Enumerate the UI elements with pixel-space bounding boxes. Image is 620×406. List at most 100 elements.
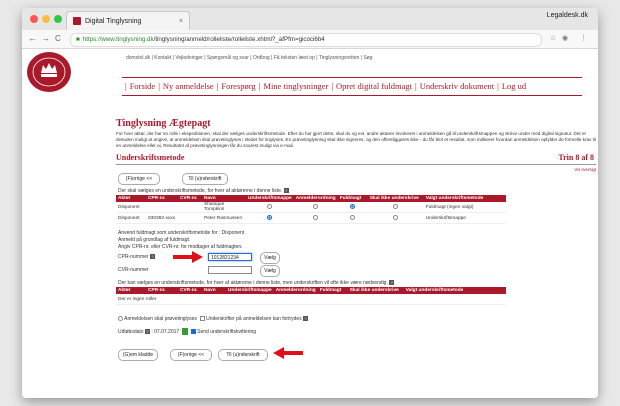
nav-log-ud[interactable]: Log ud bbox=[502, 81, 526, 91]
main-nav: | Forside | Ny anmeldelse | Forespørg | Mine ti… bbox=[122, 77, 582, 96]
help-icon[interactable]: ? bbox=[149, 254, 155, 259]
fortrydes-label: Underskrifter på anmeldelsen kan fortryd… bbox=[206, 316, 302, 322]
top-link[interactable]: Spørgsmål og svar bbox=[207, 55, 249, 61]
domstol-logo bbox=[27, 52, 71, 92]
radio-anmelderordning[interactable] bbox=[313, 204, 319, 210]
url-input[interactable]: ■ https://www.tinglysning.dk/tinglysning/… bbox=[70, 33, 542, 47]
browser-window: Digital Tinglysning × Legaldesk.dk ← → C… bbox=[22, 8, 598, 398]
col-header: Anmelderordning bbox=[293, 195, 338, 202]
top-link[interactable]: Få teksten læst op bbox=[274, 55, 315, 61]
cell-cpr: 030382-xxxx bbox=[146, 212, 178, 224]
red-arrow-icon bbox=[173, 251, 203, 263]
radio-skal-ikke-underskrive[interactable] bbox=[393, 204, 399, 210]
choose-cvr-button[interactable]: Vælg bbox=[260, 265, 280, 277]
radio-anmelderordning[interactable] bbox=[313, 215, 319, 221]
radio-skal-ikke-underskrive[interactable] bbox=[393, 215, 399, 221]
send-kvittering-label: Send underskriftskvittering bbox=[197, 328, 257, 335]
col-header: Navn bbox=[202, 287, 226, 294]
section-title: Underskriftsmetode bbox=[116, 153, 185, 162]
help-icon[interactable]: ? bbox=[144, 328, 150, 334]
vis-oversigt-link[interactable]: Vis oversigt bbox=[574, 167, 596, 172]
col-header: Underskriftsmappe bbox=[246, 195, 294, 202]
cell-cvr bbox=[178, 202, 202, 213]
bookmark-star-icon[interactable]: ☆ bbox=[550, 34, 556, 42]
empty-roles-message: Der er ingen roller bbox=[116, 294, 506, 305]
proeve-radio[interactable] bbox=[118, 316, 123, 322]
udloeb-label: Udløbsdato bbox=[118, 328, 144, 335]
cell-valgt-metode[interactable]: Fuldmagt (ingen valgt) bbox=[423, 202, 506, 213]
address-bar-row: ← → C ■ https://www.tinglysning.dk/tingly… bbox=[22, 30, 598, 49]
cell-valgt-metode[interactable]: Underskriftsmappe bbox=[423, 212, 506, 224]
top-link[interactable]: domstol.dk bbox=[126, 55, 150, 61]
nav-ny-anmeldelse[interactable]: Ny anmeldelse bbox=[163, 81, 214, 91]
close-window-icon[interactable] bbox=[30, 15, 38, 23]
back-icon[interactable]: ← bbox=[28, 33, 37, 44]
save-draft-button[interactable]: (G)em kladde bbox=[118, 349, 158, 361]
table-row: Disponent Shanique Tompkins Fuldmagt (in… bbox=[116, 202, 506, 213]
browser-tab[interactable]: Digital Tinglysning × bbox=[66, 11, 190, 31]
radio-underskriftsmappe[interactable] bbox=[267, 204, 273, 210]
col-header: CPR-nr. bbox=[146, 195, 178, 202]
browser-titlebar: Digital Tinglysning × Legaldesk.dk bbox=[22, 8, 598, 31]
help-icon[interactable]: ? bbox=[283, 188, 289, 193]
col-header: Fuldmagt bbox=[317, 287, 348, 294]
prev-button-bottom[interactable]: (F)orrige << bbox=[170, 349, 212, 361]
cell-cvr bbox=[178, 212, 202, 224]
favicon-icon bbox=[73, 17, 81, 25]
help-icon[interactable]: ? bbox=[303, 316, 309, 321]
maximize-window-icon[interactable] bbox=[54, 15, 62, 23]
forward-icon[interactable]: → bbox=[41, 33, 50, 44]
cpr-input[interactable]: 1012821234 bbox=[208, 253, 252, 261]
top-link[interactable]: Ordbog bbox=[253, 55, 270, 61]
to-signature-button[interactable]: Til (u)nderskrift bbox=[182, 173, 228, 185]
minimize-window-icon[interactable] bbox=[42, 15, 50, 23]
radio-underskriftsmappe[interactable] bbox=[267, 215, 273, 221]
cvr-input[interactable] bbox=[208, 266, 252, 274]
nav-forespoerg[interactable]: Forespørg bbox=[221, 81, 255, 91]
section-header: Underskriftsmetode Trin 8 af 8 bbox=[116, 153, 596, 165]
browser-menu-icon[interactable]: ⋮ bbox=[580, 34, 587, 42]
intro-text: For hver aktør, der har en rolle i ekspe… bbox=[116, 131, 596, 148]
help-icon[interactable]: ? bbox=[389, 280, 395, 285]
nav-forside[interactable]: Forside bbox=[130, 81, 156, 91]
col-header: Skal ikke underskrive bbox=[367, 195, 424, 202]
col-header: Valgt underskriftsmetode bbox=[423, 195, 506, 202]
udloeb-value[interactable]: 07.07.2017 bbox=[154, 329, 179, 335]
col-header: CPR-nr. bbox=[146, 287, 178, 294]
calendar-icon[interactable] bbox=[181, 328, 188, 335]
nav-opret-fuldmagt[interactable]: Opret digital fuldmagt bbox=[336, 81, 412, 91]
radio-fuldmagt[interactable] bbox=[350, 215, 356, 221]
nav-underskriv-dokument[interactable]: Underskriv dokument bbox=[420, 81, 494, 91]
cell-aktor: Disponent bbox=[116, 212, 146, 224]
cvr-label: CVR-nummer bbox=[118, 267, 149, 273]
extension-icon[interactable]: ◉ bbox=[562, 34, 568, 42]
top-link[interactable]: Kontakt bbox=[154, 55, 171, 61]
top-links: domstol.dk | Kontakt | Vejledninger | Sp… bbox=[126, 55, 373, 61]
profile-label[interactable]: Legaldesk.dk bbox=[547, 12, 588, 19]
col-header: CVR-nr. bbox=[178, 195, 202, 202]
send-kvittering-checkbox[interactable] bbox=[190, 329, 196, 334]
fortrydes-checkbox[interactable] bbox=[199, 316, 205, 322]
radio-fuldmagt[interactable] bbox=[350, 204, 356, 210]
cell-navn: Peter Rasmussen bbox=[202, 212, 246, 224]
reload-icon[interactable]: C bbox=[55, 33, 61, 44]
url-path: /tinglysning/anmeld/rolleliste/rollelist… bbox=[153, 36, 325, 43]
prev-button[interactable]: (F)orrige << bbox=[118, 173, 160, 185]
col-header: CVR-nr. bbox=[178, 287, 202, 294]
tab-close-icon[interactable]: × bbox=[179, 12, 183, 31]
nav-mine-tinglysninger[interactable]: Mine tinglysninger bbox=[263, 81, 328, 91]
cell-aktor: Disponent bbox=[116, 202, 146, 213]
actors-table: Aktør CPR-nr. CVR-nr. Navn Underskriftsm… bbox=[116, 195, 506, 224]
top-link[interactable]: Søg bbox=[363, 55, 372, 61]
proeve-label: Anmeldelsen skal prøvetinglyses bbox=[124, 316, 197, 322]
col-header: Aktør bbox=[116, 195, 146, 202]
top-link[interactable]: Tinglysningsretten bbox=[319, 55, 359, 61]
option-row-1: Anmeldelsen skal prøvetinglyses Underskr… bbox=[118, 316, 309, 322]
table-header-row: Aktør CPR-nr. CVR-nr. Navn Underskriftsm… bbox=[116, 195, 506, 202]
to-signature-button-bottom[interactable]: Til (u)nderskrift bbox=[218, 349, 268, 361]
top-link[interactable]: Vejledninger bbox=[175, 55, 203, 61]
page-title: Tinglysning Ægtepagt bbox=[116, 118, 211, 129]
col-header: Fuldmagt bbox=[337, 195, 368, 202]
col-header: Anmelderordning bbox=[273, 287, 318, 294]
choose-cpr-button[interactable]: Vælg bbox=[260, 252, 280, 264]
